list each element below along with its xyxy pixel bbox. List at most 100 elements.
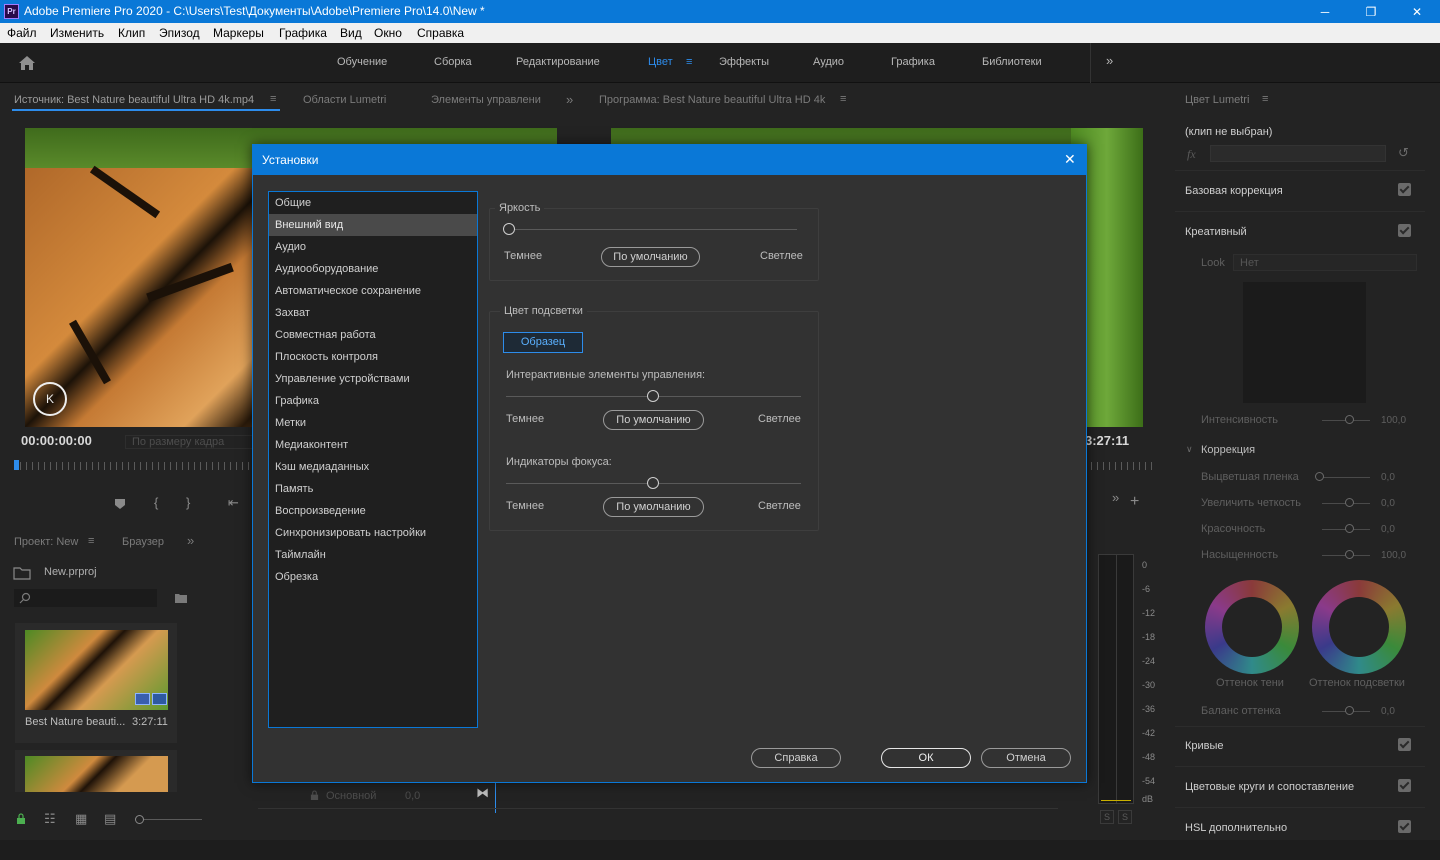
home-icon[interactable] [18,55,36,71]
maximize-button[interactable]: ❐ [1348,0,1394,23]
sharpen-knob[interactable] [1345,498,1354,507]
brightness-default-button[interactable]: По умолчанию [601,247,700,267]
clip-card[interactable]: Best Nature beauti... 3:27:11 [15,623,177,743]
mark-in-icon[interactable]: { [154,495,158,510]
solo-left-button[interactable]: S [1100,810,1114,824]
project-overflow-icon[interactable]: » [187,533,194,548]
saturation-knob[interactable] [1345,550,1354,559]
section-creative[interactable]: Креативный [1185,226,1247,238]
vibrance-value[interactable]: 0,0 [1381,524,1395,535]
vibrance-knob[interactable] [1345,524,1354,533]
clip-card-2[interactable] [15,750,177,792]
section-hsl-secondary[interactable]: HSL дополнительно [1185,822,1287,834]
category-memory[interactable]: Память [269,478,477,500]
cancel-button[interactable]: Отмена [981,748,1071,768]
fit-dropdown[interactable]: По размеру кадра [125,435,253,449]
minimize-button[interactable]: ─ [1302,0,1348,23]
panel-overflow-icon[interactable]: » [566,92,573,107]
tab-lumetri-scopes[interactable]: Области Lumetri [303,94,386,106]
freeform-view-icon[interactable]: ▤ [104,811,116,827]
menu-edit[interactable]: Изменить [50,26,104,40]
menu-window[interactable]: Окно [374,26,402,40]
program-time-ruler[interactable] [1085,462,1157,470]
category-labels[interactable]: Метки [269,412,477,434]
menu-graphics[interactable]: Графика [279,26,327,40]
workspace-graphics[interactable]: Графика [891,56,935,68]
category-sync-settings[interactable]: Синхронизировать настройки [269,522,477,544]
category-appearance[interactable]: Внешний вид [269,214,477,236]
look-dropdown[interactable] [1233,254,1417,271]
program-tab-menu-icon[interactable]: ≡ [840,93,846,105]
section-basic-correction[interactable]: Базовая коррекция [1185,185,1283,197]
menu-markers[interactable]: Маркеры [213,26,264,40]
workspace-learning[interactable]: Обучение [337,56,387,68]
marker-icon[interactable] [114,498,126,510]
tab-effect-controls[interactable]: Элементы управлени [431,94,541,106]
source-playhead[interactable] [14,460,19,470]
interactive-controls-knob[interactable] [647,390,659,402]
curves-checkbox[interactable] [1398,738,1411,751]
project-search-input[interactable] [14,589,157,607]
zoom-slider-knob[interactable] [135,815,144,824]
category-media-cache[interactable]: Кэш медиаданных [269,456,477,478]
source-timecode[interactable]: 00:00:00:00 [21,433,92,448]
workspace-effects[interactable]: Эффекты [719,56,769,68]
basic-correction-checkbox[interactable] [1398,183,1411,196]
creative-checkbox[interactable] [1398,224,1411,237]
category-general[interactable]: Общие [269,192,477,214]
solo-right-button[interactable]: S [1118,810,1132,824]
category-collaboration[interactable]: Совместная работа [269,324,477,346]
reset-icon[interactable]: ↺ [1398,145,1409,161]
tab-program[interactable]: Программа: Best Nature beautiful Ultra H… [599,94,825,106]
faded-film-value[interactable]: 0,0 [1381,472,1395,483]
program-timecode[interactable]: 3:27:11 [1085,433,1129,448]
track-lock-icon[interactable] [310,790,319,801]
workspace-overflow-icon[interactable]: » [1106,53,1113,68]
help-button[interactable]: Справка [751,748,841,768]
faded-film-knob[interactable] [1315,472,1324,481]
category-timeline[interactable]: Таймлайн [269,544,477,566]
intensity-value[interactable]: 100,0 [1381,415,1406,426]
category-audio[interactable]: Аудио [269,236,477,258]
category-auto-save[interactable]: Автоматическое сохранение [269,280,477,302]
brightness-slider[interactable] [509,229,797,230]
tab-lumetri-color[interactable]: Цвет Lumetri [1185,94,1249,106]
category-graphics[interactable]: Графика [269,390,477,412]
highlight-sample-swatch[interactable]: Образец [503,332,583,353]
menu-view[interactable]: Вид [340,26,362,40]
lumetri-tab-menu-icon[interactable]: ≡ [1262,93,1268,105]
add-button-icon[interactable]: + [1130,493,1139,511]
workspace-menu-icon[interactable]: ≡ [686,56,692,68]
menu-help[interactable]: Справка [417,26,464,40]
category-playback[interactable]: Воспроизведение [269,500,477,522]
category-media[interactable]: Медиаконтент [269,434,477,456]
chevron-down-icon[interactable]: ∨ [1186,444,1193,455]
section-curves[interactable]: Кривые [1185,740,1224,752]
go-to-in-icon[interactable]: ⇤ [228,495,239,511]
menu-file[interactable]: Файл [7,26,37,40]
tab-media-browser[interactable]: Браузер [122,536,164,548]
zoom-slider[interactable] [140,819,202,820]
color-wheels-checkbox[interactable] [1398,779,1411,792]
program-overflow-icon[interactable]: » [1112,490,1119,505]
new-bin-icon[interactable] [174,592,188,604]
close-window-button[interactable]: ✕ [1394,0,1440,23]
tint-balance-knob[interactable] [1345,706,1354,715]
intensity-knob[interactable] [1345,415,1354,424]
sharpen-value[interactable]: 0,0 [1381,498,1395,509]
category-device-control[interactable]: Управление устройствами [269,368,477,390]
highlight-tint-wheel[interactable] [1312,580,1406,674]
look-preview[interactable] [1243,282,1366,403]
menu-clip[interactable]: Клип [118,26,145,40]
menu-sequence[interactable]: Эпизод [159,26,200,40]
category-control-surface[interactable]: Плоскость контроля [269,346,477,368]
hsl-checkbox[interactable] [1398,820,1411,833]
icon-view-icon[interactable]: ▦ [75,811,87,827]
category-capture[interactable]: Захват [269,302,477,324]
section-color-wheels[interactable]: Цветовые круги и сопоставление [1185,781,1354,793]
source-time-ruler[interactable] [14,462,254,470]
dialog-close-icon[interactable]: ✕ [1064,151,1076,168]
lumetri-effect-dropdown[interactable] [1210,145,1386,162]
lock-icon[interactable] [16,813,26,825]
faded-film-slider[interactable] [1322,477,1370,478]
